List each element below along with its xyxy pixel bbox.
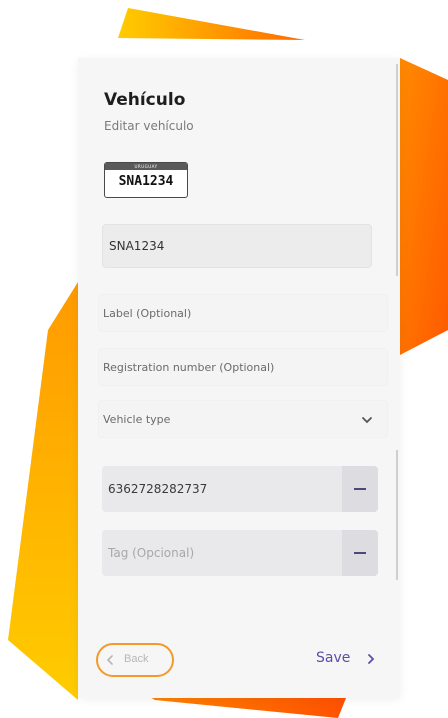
registration-placeholder: Registration number (Optional) [103,361,275,374]
page-title: Vehículo [104,90,186,110]
label-field[interactable]: Label (Optional) [98,294,388,332]
tag-placeholder: Tag (Opcional) [108,546,195,560]
chevron-right-icon[interactable] [366,653,376,665]
minus-icon [354,488,366,490]
decor-shape-left [8,282,78,700]
plate-number: SNA1234 [118,174,174,189]
page-subtitle: Editar vehículo [104,119,194,133]
chevron-left-icon [106,655,113,665]
remove-tag-button[interactable] [342,466,378,512]
back-label: Back [124,653,149,665]
plate-country: URUGUAY [105,163,187,170]
tag-value: 6362728282737 [108,482,208,496]
back-button[interactable]: Back [96,643,174,677]
decor-shape-right [400,58,448,355]
save-button[interactable]: Save [316,650,350,666]
tag-input-1[interactable]: 6362728282737 [102,466,378,512]
plate-number-input[interactable]: SNA1234 [102,224,372,268]
vehicle-type-select[interactable]: Vehicle type [98,400,388,438]
edit-vehicle-card: Vehículo Editar vehículo URUGUAY SNA1234… [78,58,400,698]
scrollbar-top[interactable] [396,64,398,276]
registration-number-field[interactable]: Registration number (Optional) [98,348,388,386]
license-plate-preview: URUGUAY SNA1234 [104,162,188,198]
vehicle-type-placeholder: Vehicle type [103,413,171,426]
decor-shape-top [118,8,305,40]
remove-tag-button[interactable] [342,530,378,576]
scrollbar-bottom[interactable] [396,450,398,580]
plate-number-value: SNA1234 [109,239,165,253]
chevron-down-icon [362,417,372,424]
minus-icon [354,552,366,554]
label-placeholder: Label (Optional) [103,307,192,320]
tag-input-2[interactable]: Tag (Opcional) [102,530,378,576]
